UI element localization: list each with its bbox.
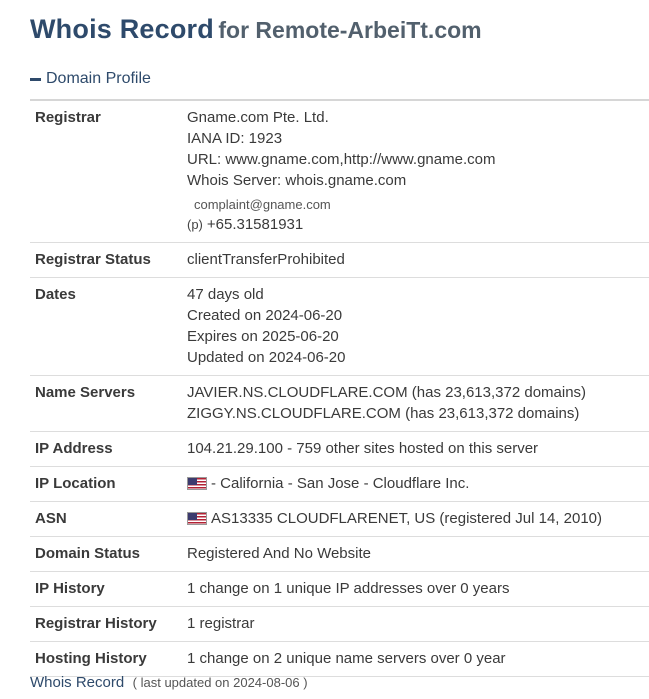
row-ip-location: IP Location - California - San Jose - Cl… [30, 467, 649, 502]
row-label: Name Servers [35, 384, 136, 401]
row-label: Dates [35, 286, 76, 303]
row-label: ASN [35, 510, 67, 527]
ip-location-text: - California - San Jose - Cloudflare Inc… [211, 475, 470, 492]
row-ip-address: IP Address 104.21.29.100 - 759 other sit… [30, 432, 649, 467]
row-asn: ASN AS13335 CLOUDFLARENET, US (registere… [30, 502, 649, 537]
asn-text: AS13335 CLOUDFLARENET, US (registered Ju… [211, 510, 603, 527]
row-value: 1 change on 2 unique name servers over 0… [187, 650, 506, 667]
row-domain-status: Domain Status Registered And No Website [30, 537, 649, 572]
row-label: Registrar [35, 109, 101, 126]
row-value: clientTransferProhibited [187, 251, 345, 268]
row-value: Registered And No Website [187, 545, 371, 562]
registrar-url: URL: www.gname.com,http://www.gname.com [187, 151, 496, 168]
us-flag-icon [187, 477, 207, 490]
row-value: JAVIER.NS.CLOUDFLARE.COM (has 23,613,372… [187, 382, 649, 424]
row-registrar: Registrar Gname.com Pte. Ltd. IANA ID: 1… [30, 101, 649, 243]
us-flag-icon [187, 512, 207, 525]
row-value: - California - San Jose - Cloudflare Inc… [187, 473, 649, 494]
dates-age: 47 days old [187, 286, 264, 303]
whois-record-footer: Whois Record ( last updated on 2024-08-0… [30, 674, 308, 692]
row-label: IP Location [35, 475, 116, 492]
row-value: Gname.com Pte. Ltd. IANA ID: 1923 URL: w… [187, 107, 649, 235]
page-title-domain: for Remote-ArbeiTt.com [218, 17, 482, 43]
row-value: AS13335 CLOUDFLARENET, US (registered Ju… [187, 508, 649, 529]
domain-profile-toggle[interactable]: Domain Profile [30, 70, 151, 88]
registrar-email: complaint@gname.com [194, 197, 331, 212]
row-hosting-history: Hosting History 1 change on 2 unique nam… [30, 642, 649, 677]
row-label: Registrar History [35, 615, 157, 632]
whois-record-heading: Whois Record [30, 674, 125, 691]
row-label: Hosting History [35, 650, 147, 667]
last-updated-note: ( last updated on 2024-08-06 ) [132, 675, 308, 690]
phone-label: (p) [187, 217, 203, 232]
page-title: Whois Record for Remote-ArbeiTt.com [30, 14, 482, 45]
name-server-1: JAVIER.NS.CLOUDFLARE.COM (has 23,613,372… [187, 384, 587, 401]
domain-profile-table: Registrar Gname.com Pte. Ltd. IANA ID: 1… [30, 99, 649, 677]
registrar-name: Gname.com Pte. Ltd. [187, 109, 329, 126]
row-registrar-status: Registrar Status clientTransferProhibite… [30, 243, 649, 278]
registrar-iana: IANA ID: 1923 [187, 130, 283, 147]
row-value: 104.21.29.100 - 759 other sites hosted o… [187, 440, 539, 457]
name-server-2: ZIGGY.NS.CLOUDFLARE.COM (has 23,613,372 … [187, 405, 580, 422]
row-label: Registrar Status [35, 251, 151, 268]
row-label: Domain Status [35, 545, 141, 562]
registrar-phone: +65.31581931 [206, 216, 304, 233]
minus-icon[interactable] [30, 78, 41, 81]
dates-updated: Updated on 2024-06-20 [187, 349, 346, 366]
registrar-phone-line: (p) +65.31581931 [187, 214, 649, 235]
row-value: 47 days old Created on 2024-06-20 Expire… [187, 284, 649, 368]
dates-created: Created on 2024-06-20 [187, 307, 343, 324]
dates-expires: Expires on 2025-06-20 [187, 328, 339, 345]
row-value: 1 change on 1 unique IP addresses over 0… [187, 580, 510, 597]
row-ip-history: IP History 1 change on 1 unique IP addre… [30, 572, 649, 607]
row-name-servers: Name Servers JAVIER.NS.CLOUDFLARE.COM (h… [30, 376, 649, 432]
row-label: IP Address [35, 440, 113, 457]
registrar-whois-server: Whois Server: whois.gname.com [187, 172, 407, 189]
row-label: IP History [35, 580, 105, 597]
row-value: 1 registrar [187, 615, 255, 632]
page-title-main: Whois Record [30, 14, 214, 44]
row-registrar-history: Registrar History 1 registrar [30, 607, 649, 642]
domain-profile-label: Domain Profile [46, 70, 151, 87]
row-dates: Dates 47 days old Created on 2024-06-20 … [30, 278, 649, 376]
